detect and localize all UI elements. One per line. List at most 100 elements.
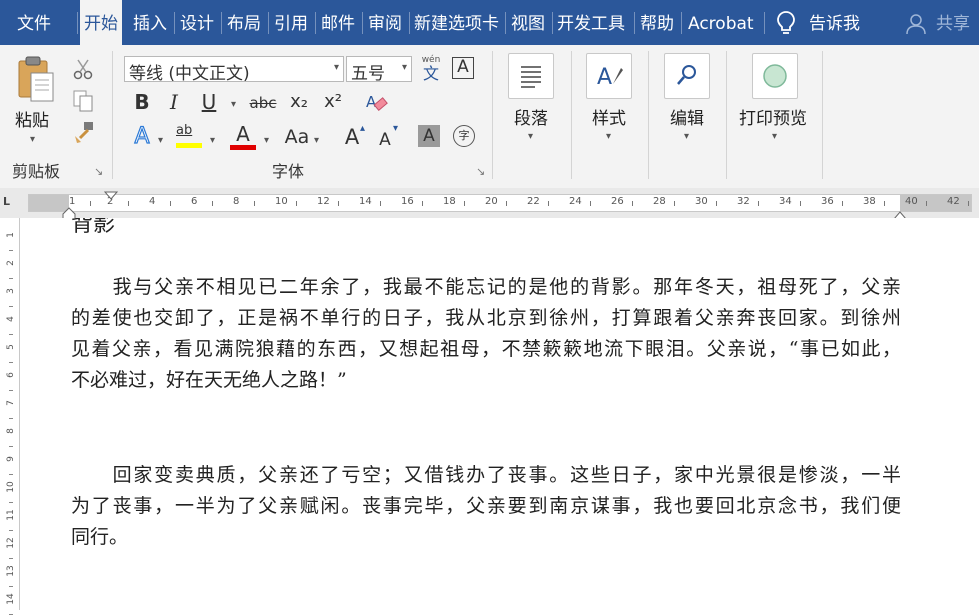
tab-view[interactable]: 视图: [511, 0, 545, 45]
vertical-ruler-tick: [9, 250, 13, 251]
ruler-tick: [632, 201, 633, 206]
tab-separator: [268, 12, 269, 34]
vertical-ruler[interactable]: 1 2 3 4 5 6 7 8 9 10 11 12 13 14: [3, 218, 20, 615]
ruler-number: 10: [275, 196, 288, 207]
ruler-number: 42: [947, 196, 960, 207]
first-line-indent-marker[interactable]: [103, 186, 119, 205]
tab-new-tab[interactable]: 新建选项卡: [414, 0, 499, 45]
strikethrough-button[interactable]: abc: [248, 91, 278, 115]
change-case-button[interactable]: Aa: [283, 125, 311, 149]
tab-help[interactable]: 帮助: [640, 0, 674, 45]
clipboard-group-label: 剪贴板: [12, 162, 61, 181]
group-separator: [492, 51, 493, 179]
editing-button[interactable]: 编辑: [670, 104, 704, 129]
change-case-dropdown-caret[interactable]: ▾: [314, 135, 319, 146]
lightbulb-icon[interactable]: [776, 10, 796, 40]
shrink-font-button[interactable]: A: [375, 128, 395, 152]
share-button[interactable]: 共享: [936, 0, 970, 45]
vertical-ruler-tick: [9, 530, 13, 531]
clear-formatting-icon[interactable]: A: [364, 91, 388, 119]
print-preview-dropdown-caret[interactable]: ▾: [772, 131, 777, 142]
horizontal-ruler[interactable]: 1 2 4 6 8 10 12 14 16 18 20 22 24 26 28 30 32 34 36 38 40 42: [28, 194, 972, 212]
ruler-tick: [926, 201, 927, 206]
svg-text:A: A: [366, 93, 377, 111]
chevron-down-icon: ▾: [333, 62, 339, 73]
paragraph-icon[interactable]: [508, 53, 554, 99]
document-page[interactable]: 背影 我与父亲不相见已二年余了，我最不能忘记的是他的背影。那年冬天，祖母死了，父…: [21, 218, 977, 610]
print-preview-button[interactable]: 打印预览: [739, 104, 807, 129]
paste-button[interactable]: 粘贴: [15, 106, 49, 131]
superscript-button[interactable]: x²: [320, 90, 346, 114]
editing-dropdown-caret[interactable]: ▾: [684, 131, 689, 142]
tab-insert[interactable]: 插入: [133, 0, 167, 45]
paste-dropdown-caret[interactable]: ▾: [30, 134, 35, 145]
bold-button[interactable]: B: [131, 90, 153, 114]
paste-icon[interactable]: [15, 55, 55, 107]
vertical-ruler-tick: [9, 418, 13, 419]
tell-me-search[interactable]: 告诉我: [809, 0, 860, 45]
tab-acrobat[interactable]: Acrobat: [688, 0, 754, 45]
tab-separator: [174, 12, 175, 34]
character-border-button[interactable]: A: [452, 57, 474, 79]
tab-separator: [221, 12, 222, 34]
group-separator: [726, 51, 727, 179]
vertical-ruler-number: 4: [6, 316, 16, 322]
paragraph-1[interactable]: 我与父亲不相见已二年余了，我最不能忘记的是他的背影。那年冬天，祖母死了，父亲 的差…: [71, 272, 901, 396]
tab-home[interactable]: 开始: [80, 0, 122, 45]
font-name-combo[interactable]: 等线 (中文正文) ▾: [124, 56, 344, 84]
vertical-ruler-tick: [9, 362, 13, 363]
vertical-ruler-number: 11: [6, 509, 16, 521]
copy-icon[interactable]: [72, 89, 94, 117]
highlight-dropdown-caret[interactable]: ▾: [210, 135, 215, 146]
tab-layout[interactable]: 布局: [227, 0, 261, 45]
vertical-ruler-number: 2: [6, 260, 16, 266]
document-title-fragment: 背影: [71, 218, 116, 237]
font-color-label: A: [236, 122, 250, 146]
tab-review[interactable]: 审阅: [368, 0, 402, 45]
ruler-number: 18: [443, 196, 456, 207]
paragraph-dropdown-caret[interactable]: ▾: [528, 131, 533, 142]
font-dialog-launcher[interactable]: ↘: [476, 165, 485, 178]
text-effects-dropdown-caret[interactable]: ▾: [158, 135, 163, 146]
enclose-characters-button[interactable]: 字: [453, 125, 475, 147]
underline-dropdown-caret[interactable]: ▾: [231, 99, 236, 110]
user-icon[interactable]: [905, 13, 927, 39]
editing-icon[interactable]: [664, 53, 710, 99]
styles-dropdown-caret[interactable]: ▾: [606, 131, 611, 142]
vertical-ruler-number: 9: [6, 456, 16, 462]
underline-button[interactable]: U: [198, 90, 220, 114]
tab-file[interactable]: 文件: [17, 0, 51, 45]
font-color-button[interactable]: A: [230, 122, 256, 150]
tab-design[interactable]: 设计: [180, 0, 214, 45]
vertical-ruler-number: 1: [6, 232, 16, 238]
font-size-combo[interactable]: 五号 ▾: [346, 56, 412, 84]
vertical-ruler-number: 5: [6, 344, 16, 350]
print-preview-icon[interactable]: [752, 53, 798, 99]
text-line: 不必难过，好在天无绝人之路！”: [71, 369, 347, 391]
styles-button[interactable]: 样式: [592, 104, 626, 129]
tab-developer[interactable]: 开发工具: [557, 0, 625, 45]
ruler-tick: [338, 201, 339, 206]
format-painter-icon[interactable]: [72, 120, 96, 148]
vertical-ruler-tick: [9, 334, 13, 335]
tab-references[interactable]: 引用: [274, 0, 308, 45]
font-color-dropdown-caret[interactable]: ▾: [264, 135, 269, 146]
highlight-button[interactable]: ab: [176, 123, 202, 148]
styles-icon[interactable]: A: [586, 53, 632, 99]
character-shading-button[interactable]: A: [418, 125, 440, 147]
tab-separator: [77, 12, 78, 34]
text-effects-button[interactable]: A: [130, 124, 154, 149]
cut-icon[interactable]: [71, 57, 95, 85]
text-line: 回家变卖典质，父亲还了亏空；又借钱办了丧事。这些日子，家中光景很是惨淡，一半: [71, 464, 901, 486]
ruler-tick: [128, 201, 129, 206]
paragraph-button[interactable]: 段落: [514, 104, 548, 129]
phonetic-guide-button[interactable]: wén 文: [418, 55, 444, 83]
tab-mailings[interactable]: 邮件: [321, 0, 355, 45]
tab-selector[interactable]: L: [3, 195, 17, 211]
paragraph-2[interactable]: 回家变卖典质，父亲还了亏空；又借钱办了丧事。这些日子，家中光景很是惨淡，一半 为了…: [71, 460, 901, 553]
text-line: 同行。: [71, 526, 129, 548]
subscript-button[interactable]: x₂: [286, 90, 312, 114]
italic-button[interactable]: I: [163, 90, 185, 114]
vertical-ruler-tick: [9, 586, 13, 587]
clipboard-dialog-launcher[interactable]: ↘: [94, 165, 103, 178]
